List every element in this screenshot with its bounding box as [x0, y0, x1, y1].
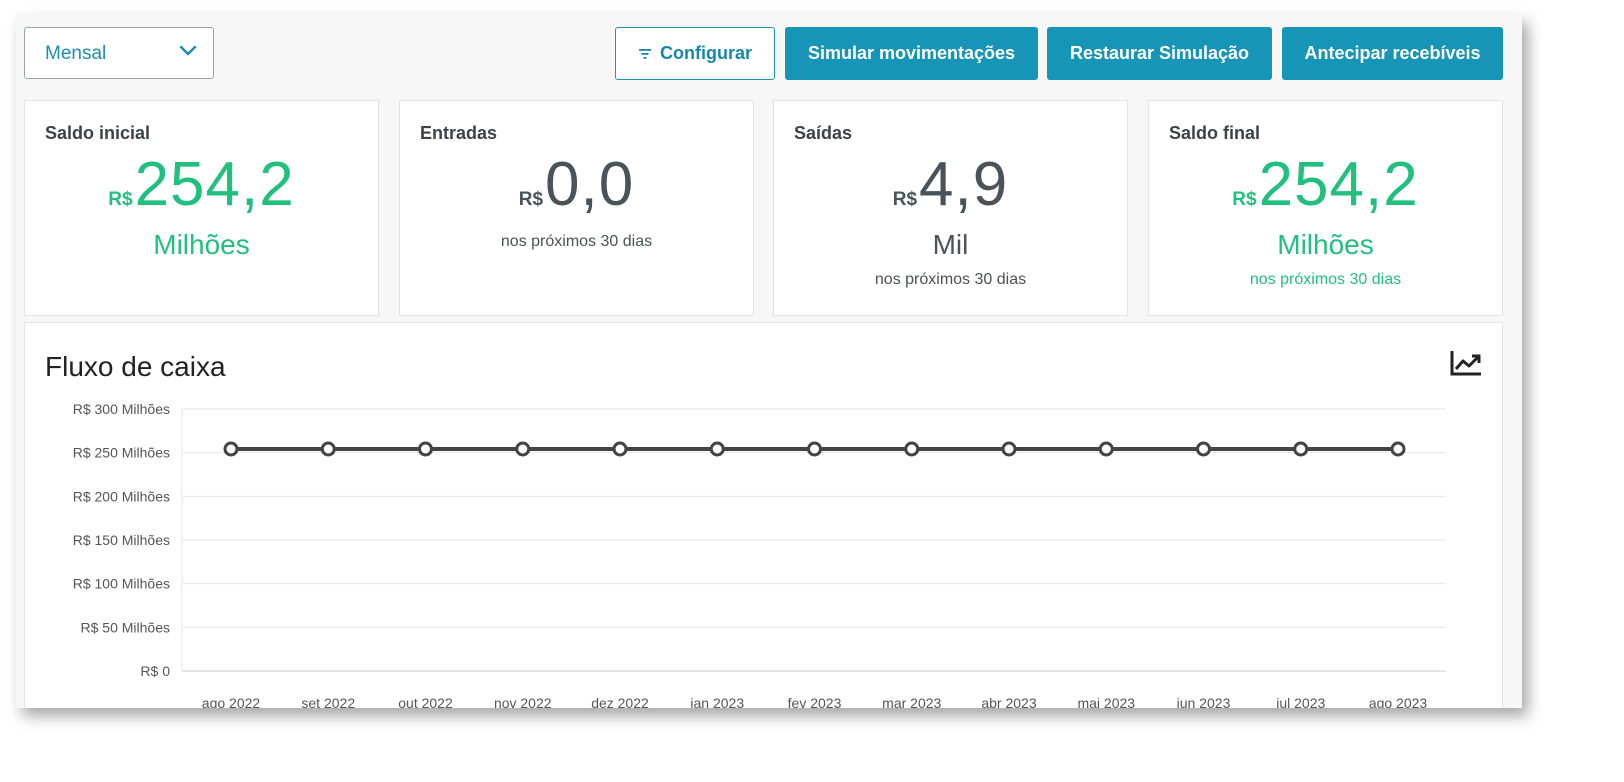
data-point — [1196, 441, 1211, 457]
card-title: Saídas — [794, 123, 853, 143]
x-tick-label: jul 2023 — [1275, 695, 1325, 708]
filter-icon — [639, 48, 651, 59]
amount-unit: Mil — [932, 229, 969, 260]
amount-value: 254,2 — [1258, 150, 1419, 219]
currency-symbol: R$ — [892, 189, 918, 210]
period-note: nos próximos 30 dias — [1249, 271, 1402, 288]
x-tick-label: fev 2023 — [788, 695, 842, 708]
x-tick-label: jan 2023 — [689, 695, 744, 708]
card-title: Entradas — [420, 123, 498, 143]
y-tick-label: R$ 0 — [140, 663, 170, 679]
data-point — [1390, 441, 1406, 457]
x-tick-label: out 2022 — [398, 695, 453, 708]
period-note: nos próximos 30 dias — [500, 233, 653, 250]
card-amount: R$254,2 — [1149, 149, 1502, 220]
currency-symbol: R$ — [108, 189, 133, 210]
data-point — [904, 441, 920, 457]
cashflow-chart-card: Fluxo de caixa R$ 0 R$ 50 Milhões R$ 100 M… — [24, 322, 1503, 708]
cashflow-line-chart: R$ 0 R$ 50 Milhões R$ 100 Milhões R$ 150 Mi… — [73, 401, 1446, 708]
x-tick-label: jun 2023 — [1176, 695, 1231, 708]
x-tick-label: nov 2022 — [494, 695, 552, 708]
x-tick-label: dez 2022 — [591, 695, 649, 708]
card-amount: R$4,9 — [774, 149, 1127, 220]
data-point — [1098, 441, 1114, 457]
data-point — [1293, 441, 1309, 457]
advance-receivables-button[interactable]: Antecipar recebíveis — [1282, 27, 1503, 80]
simulate-button[interactable]: Simular movimentações — [785, 27, 1038, 80]
data-point — [1001, 441, 1017, 457]
y-tick-label: R$ 100 Milhões — [73, 576, 170, 592]
data-point — [709, 441, 725, 457]
data-point — [515, 441, 531, 457]
card-entradas: Entradas R$0,0 nos próximos 30 dias — [399, 100, 754, 316]
data-point — [320, 441, 336, 457]
amount-value: 254,2 — [134, 150, 295, 219]
currency-symbol: R$ — [1232, 189, 1257, 210]
amount-value: 4,9 — [919, 150, 1009, 219]
card-saidas: Saídas R$4,9 Mil nos próximos 30 dias — [773, 100, 1128, 316]
y-tick-label: R$ 150 Milhões — [73, 532, 170, 548]
y-tick-label: R$ 50 Milhões — [81, 619, 171, 635]
period-select-value: Mensal — [45, 43, 107, 64]
x-tick-label: mar 2023 — [882, 695, 941, 708]
x-tick-label: set 2022 — [301, 695, 355, 708]
configure-label: Configurar — [660, 43, 752, 63]
card-amount: R$254,2 — [25, 149, 378, 220]
data-point — [223, 441, 239, 457]
card-title: Saldo final — [1169, 123, 1261, 143]
configure-button[interactable]: Configurar — [615, 27, 775, 80]
amount-unit: Milhões — [153, 229, 250, 260]
x-tick-label: ago 2022 — [202, 695, 261, 708]
data-point — [807, 441, 822, 457]
card-saldo-final: Saldo final R$254,2 Milhões nos próximos… — [1148, 100, 1503, 316]
card-amount: R$0,0 — [400, 149, 753, 220]
restore-simulation-button[interactable]: Restaurar Simulação — [1047, 27, 1272, 80]
amount-unit: Milhões — [1277, 229, 1374, 260]
amount-value: 0,0 — [545, 150, 635, 219]
chevron-down-icon — [179, 45, 197, 56]
data-point — [418, 441, 433, 457]
card-saldo-inicial: Saldo inicial R$254,2 Milhões — [24, 100, 379, 316]
data-point — [612, 441, 628, 457]
y-tick-label: R$ 250 Milhões — [73, 445, 170, 461]
x-tick-label: mai 2023 — [1077, 695, 1135, 708]
period-select[interactable]: Mensal — [24, 27, 214, 79]
y-tick-label: R$ 200 Milhões — [73, 488, 170, 504]
x-tick-label: ago 2023 — [1369, 695, 1428, 708]
x-tick-label: abr 2023 — [981, 695, 1036, 708]
period-note: nos próximos 30 dias — [874, 271, 1027, 288]
y-tick-label: R$ 300 Milhões — [73, 401, 170, 417]
cashflow-panel: Mensal Configurar Simular movimentações … — [16, 14, 1522, 708]
card-title: Saldo inicial — [45, 123, 151, 143]
currency-symbol: R$ — [518, 189, 544, 210]
